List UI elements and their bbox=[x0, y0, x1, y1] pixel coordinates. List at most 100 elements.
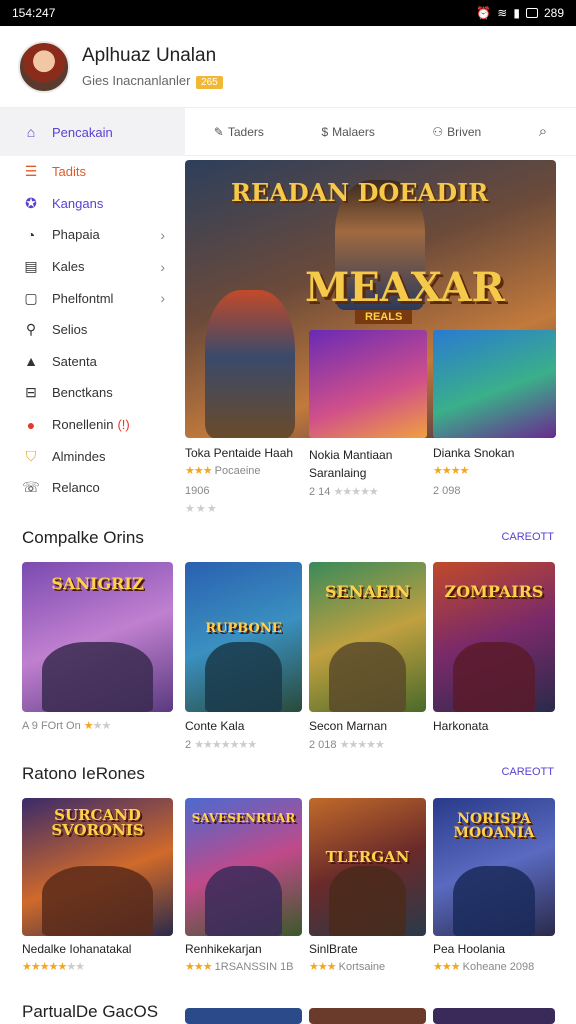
card-art-title: NORISPA MOOANIA bbox=[453, 811, 535, 841]
badge-icon: (!) bbox=[117, 417, 130, 433]
card-art-title: SURCAND SVORONIS bbox=[51, 806, 144, 839]
hero-title-art: MEAXAR bbox=[305, 264, 505, 311]
card-meta: ★★★★★★★ bbox=[22, 961, 85, 973]
clock-icon: ◔ bbox=[26, 226, 36, 243]
card-meta: 2 018 ★★★★★ bbox=[309, 738, 385, 751]
game-card[interactable]: SANIGRIZ bbox=[22, 562, 173, 712]
avatar[interactable] bbox=[18, 40, 70, 93]
tab-briven[interactable]: ⚇ Briven bbox=[432, 125, 481, 139]
sidebar-item-tadits[interactable]: ☰ Tadits bbox=[0, 156, 185, 188]
wrench-icon: ⚲ bbox=[25, 321, 37, 338]
profile-subtitle: Gies Inacnanlanler 265 bbox=[82, 73, 223, 89]
tab-label: Briven bbox=[447, 124, 482, 139]
game-card[interactable]: TLERGAN bbox=[309, 798, 426, 936]
card-meta-text: 1RSANSSIN 1B bbox=[214, 961, 294, 973]
chevron-right-icon: › bbox=[160, 226, 165, 243]
game-card[interactable] bbox=[433, 1008, 555, 1024]
game-card[interactable]: SENAEIN bbox=[309, 562, 426, 712]
record-icon: ● bbox=[26, 416, 36, 433]
card-meta: ★★★ Kortsaine bbox=[309, 960, 385, 973]
rating-stars: ★★★★★ bbox=[333, 486, 378, 498]
featured-count-3: 2 098 bbox=[433, 485, 461, 497]
sidebar-item-kangans[interactable]: ✪ Kangans bbox=[0, 188, 185, 220]
see-all-link[interactable]: CAREOTT bbox=[501, 766, 554, 778]
featured-meta-text: Pocaeine bbox=[214, 465, 261, 477]
tab-label: Taders bbox=[227, 124, 264, 139]
card-title: Pea Hoolania bbox=[433, 942, 506, 956]
card-meta-text: Koheane 2098 bbox=[462, 961, 535, 973]
rating-stars: ★★★ bbox=[433, 961, 461, 973]
tab-malaers[interactable]: $ Malaers bbox=[321, 125, 374, 139]
sidebar-item-phelfontml[interactable]: ▢ Phelfontml › bbox=[0, 282, 185, 314]
dollar-icon: $ bbox=[321, 124, 329, 139]
rating-stars: ★★★ bbox=[185, 961, 213, 973]
signal-icon: ▮ bbox=[513, 6, 520, 20]
person-icon: ▲ bbox=[24, 353, 38, 370]
featured-title-2[interactable]: Nokia Mantiaan Saranlaing bbox=[309, 446, 419, 482]
rating-stars: ★★★★★★★ bbox=[194, 739, 257, 751]
tab-label: Malaers bbox=[332, 124, 375, 139]
sidebar-item-label: Selios bbox=[52, 322, 88, 338]
chart-icon: ⊟ bbox=[25, 384, 37, 401]
hero-banner[interactable]: READAN DOEADIR MEAXAR REALS bbox=[185, 160, 556, 438]
card-title: Harkonata bbox=[433, 719, 489, 733]
sidebar-item-satenta[interactable]: ▲ Satenta bbox=[0, 346, 185, 378]
card-meta-text: Kortsaine bbox=[338, 961, 386, 973]
featured-meta-2: 2 14 ★★★★★ bbox=[309, 485, 379, 498]
featured-rating-1b: ★ ★ ★ bbox=[185, 503, 217, 515]
game-card[interactable]: SAVESENRUAR bbox=[185, 798, 302, 936]
top-nav: ✎ Taders $ Malaers ⚇ Briven ⌕ bbox=[185, 108, 576, 156]
rating-stars: ★ bbox=[83, 720, 94, 732]
card-art-figure bbox=[205, 642, 282, 712]
rating-stars: ★★★★ bbox=[433, 465, 469, 477]
sidebar-item-selios[interactable]: ⚲ Selios bbox=[0, 314, 185, 346]
hero-thumb-1 bbox=[309, 330, 427, 438]
hero-ribbon: REALS bbox=[355, 310, 413, 324]
game-card[interactable]: NORISPA MOOANIA bbox=[433, 798, 555, 936]
sidebar-item-ronellenin[interactable]: ● Ronellenin (!) bbox=[0, 409, 185, 441]
game-card[interactable]: RUPBONE bbox=[185, 562, 302, 712]
square-icon: ▢ bbox=[24, 289, 38, 306]
game-card[interactable] bbox=[309, 1008, 426, 1024]
featured-title-3[interactable]: Dianka Snokan bbox=[433, 446, 514, 460]
status-icons: ⏰ ≋ ▮ 289 bbox=[476, 6, 564, 20]
card-art-title: SENAEIN bbox=[324, 582, 411, 601]
featured-count-1: 1906 bbox=[185, 485, 210, 497]
card-title: A 9 FOrt On bbox=[22, 720, 81, 732]
gamepad-icon: ✪ bbox=[25, 194, 37, 211]
card-meta: 2 ★★★★★★★ bbox=[185, 738, 257, 751]
tab-taders[interactable]: ✎ Taders bbox=[214, 125, 264, 139]
see-all-link[interactable]: CAREOTT bbox=[501, 531, 554, 543]
game-card[interactable] bbox=[185, 1008, 302, 1024]
card-title: Renhikekarjan bbox=[185, 942, 262, 956]
sidebar-item-label: Phapaia bbox=[52, 227, 100, 243]
sidebar-item-label: Kangans bbox=[52, 195, 104, 211]
section-title: PartualDe GacOS bbox=[22, 1002, 159, 1021]
sidebar-item-almindes[interactable]: ⛉ Almindes bbox=[0, 440, 185, 472]
hero-left-character bbox=[205, 290, 295, 438]
card-caption: A 9 FOrt On ★★★ bbox=[22, 720, 111, 732]
search-icon[interactable]: ⌕ bbox=[539, 123, 547, 140]
chevron-right-icon: › bbox=[160, 290, 165, 307]
game-card[interactable]: SURCAND SVORONIS bbox=[22, 798, 173, 936]
sidebar-item-benctkans[interactable]: ⊟ Benctkans bbox=[0, 377, 185, 409]
sidebar-item-relanco[interactable]: ☏ Relanco bbox=[0, 472, 185, 504]
sidebar-item-kales[interactable]: ▤ Kales › bbox=[0, 251, 185, 283]
sidebar-item-label: Phelfontml bbox=[52, 290, 114, 306]
card-art-figure bbox=[42, 866, 153, 936]
card-title: SinlBrate bbox=[309, 942, 358, 956]
rating-stars: ★★★★★ bbox=[22, 961, 67, 973]
card-title: Secon Marnan bbox=[309, 719, 388, 733]
sidebar-item-pencakain[interactable]: ⌂ Pencakain bbox=[0, 108, 185, 156]
game-card[interactable]: ZOMPAIRS bbox=[433, 562, 555, 712]
card-meta-text: 2 018 bbox=[309, 739, 337, 751]
profile-subtitle-text: Gies Inacnanlanler bbox=[82, 72, 191, 88]
battery-icon bbox=[525, 8, 538, 18]
card-art-figure bbox=[329, 642, 406, 712]
hero-subtitle-art: READAN DOEADIR bbox=[231, 178, 489, 207]
featured-title-1[interactable]: Toka Pentaide Haah bbox=[185, 446, 293, 460]
featured-meta-3: ★★★★ bbox=[433, 464, 469, 477]
sidebar-item-phapaia[interactable]: ◔ Phapaia › bbox=[0, 219, 185, 251]
sidebar: ⌂ Pencakain ☰ Tadits ✪ Kangans ◔ Phapaia › ▤ K… bbox=[0, 108, 185, 504]
featured-meta-text: 2 14 bbox=[309, 486, 331, 498]
